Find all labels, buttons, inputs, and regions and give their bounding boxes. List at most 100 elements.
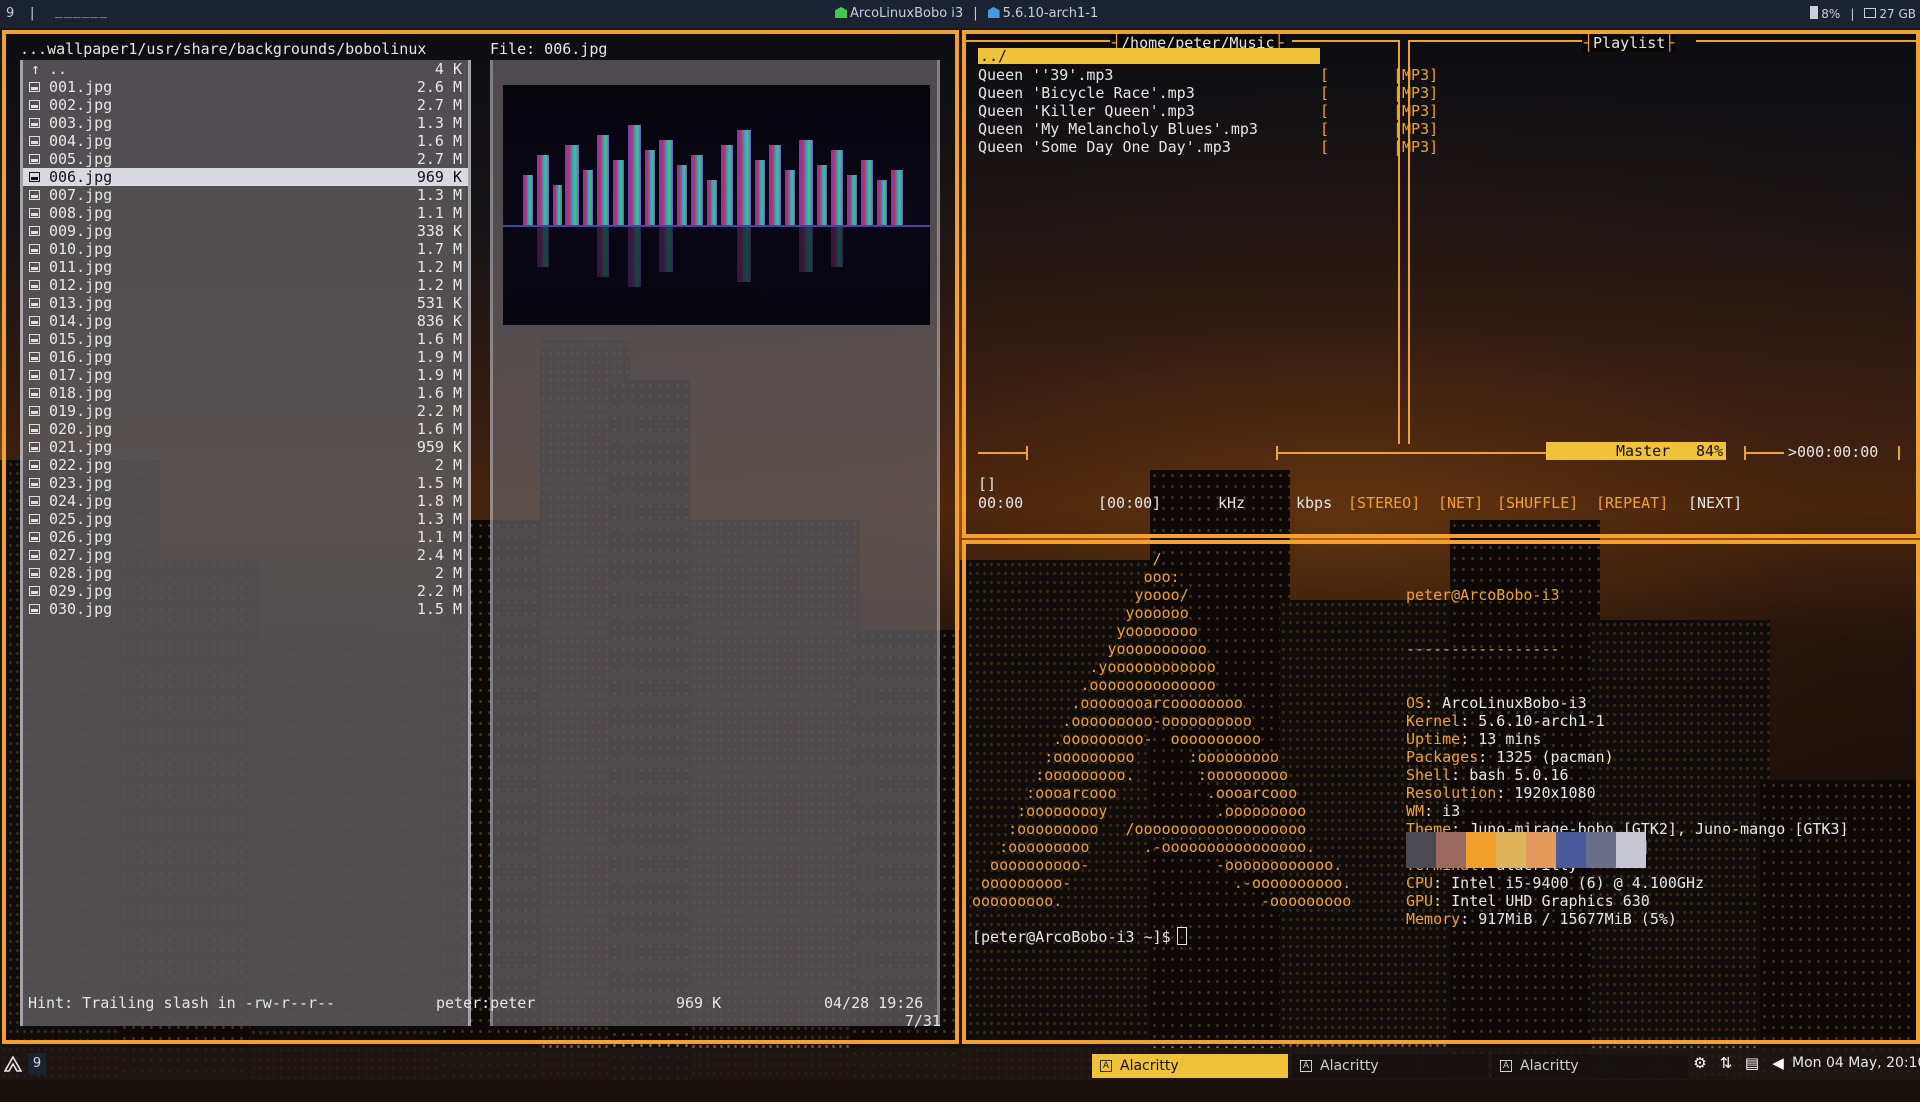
task-label: Alacritty [1120,1058,1179,1074]
logo-line: .ooooooooo-oooooooooo [972,712,1252,730]
track-row[interactable]: Queen 'My Melancholy Blues'.mp3 [|MP3] [978,120,1438,138]
track-row[interactable]: Queen 'Bicycle Race'.mp3 [|MP3] [978,84,1438,102]
file-row[interactable]: 003.jpg 1.3 M [23,114,468,132]
file-row[interactable]: 005.jpg 2.7 M [23,150,468,168]
file-row[interactable]: 026.jpg 1.1 M [23,528,468,546]
logo-line: oooooooooo- -oooooooooooo. [972,856,1343,874]
task-alacritty[interactable]: A Alacritty [1492,1054,1688,1078]
file-row[interactable]: 023.jpg 1.5 M [23,474,468,492]
image-file-icon [29,568,40,578]
image-file-icon [29,244,40,254]
playback-position: >000:00:00 [1788,443,1879,461]
info-value: i3 [1442,802,1461,820]
track-row[interactable]: Queen 'Some Day One Day'.mp3 [|MP3] [978,138,1438,156]
file-size: 1.9 M [416,366,462,384]
file-row[interactable]: 014.jpg 836 K [23,312,468,330]
file-row[interactable]: 004.jpg 1.6 M [23,132,468,150]
color-swatch [1496,832,1526,868]
file-list[interactable]: ↑.. 4 K 001.jpg 2.6 M 002.jpg 2.7 M 003.jpg 1.3… [23,60,468,1026]
status-line: 00:00 [00:00] kHz kbps [STEREO] [NET] [S… [978,494,1878,512]
file-size: 1.9 M [416,348,462,366]
volume-icon[interactable]: ◀ [1770,1055,1786,1071]
task-alacritty-active[interactable]: A Alacritty [1092,1054,1288,1078]
file-size: 1.5 M [416,474,462,492]
parent-dir-row[interactable]: ↑.. 4 K [23,60,468,78]
flag-stereo[interactable]: [STEREO] [1348,494,1420,512]
bar-tick [1026,446,1028,460]
file-row[interactable]: 020.jpg 1.6 M [23,420,468,438]
logo-line: ooooooooo- .-oooooooooo. [972,874,1352,892]
file-size: 1.7 M [416,240,462,258]
parent-directory-row[interactable]: ../ [978,48,1320,64]
file-row[interactable]: 024.jpg 1.8 M [23,492,468,510]
info-key: Shell [1406,766,1452,784]
cmus-music-player-window[interactable]: /home/peter/Music Playlist ../ Queen ''3… [962,30,1920,538]
file-row[interactable]: 011.jpg 1.2 M [23,258,468,276]
arcolinux-logo-icon[interactable] [4,1056,22,1072]
track-title: Queen 'Killer Queen'.mp3 [978,102,1195,120]
file-row[interactable]: 018.jpg 1.6 M [23,384,468,402]
progress-bar[interactable] [1276,452,1546,454]
file-row[interactable]: 002.jpg 2.7 M [23,96,468,114]
file-row[interactable]: 012.jpg 1.2 M [23,276,468,294]
file-size: 338 K [416,222,462,240]
color-swatch [1436,832,1466,868]
clock: Mon 04 May, 20:10 [1792,1055,1920,1071]
image-file-icon [29,298,40,308]
file-row[interactable]: 017.jpg 1.9 M [23,366,468,384]
file-row[interactable]: 010.jpg 1.7 M [23,240,468,258]
file-size: 836 K [416,312,462,330]
file-row[interactable]: 030.jpg 1.5 M [23,600,468,618]
track-row[interactable]: Queen ''39'.mp3 [|MP3] [978,66,1438,84]
network-arrows-icon[interactable]: ⇅ [1718,1055,1734,1071]
file-name: 017.jpg [49,366,113,384]
file-row[interactable]: 029.jpg 2.2 M [23,582,468,600]
file-size: 2.7 M [416,150,462,168]
volume-indicator[interactable]: Master 84% [1546,442,1726,460]
file-row[interactable]: 025.jpg 1.3 M [23,510,468,528]
notes-icon[interactable]: ▤ [1744,1055,1760,1071]
file-list-column[interactable]: ↑.. 4 K 001.jpg 2.6 M 002.jpg 2.7 M 003.jpg 1.3… [20,60,471,1026]
file-row[interactable]: 021.jpg 959 K [23,438,468,456]
file-row[interactable]: 028.jpg 2 M [23,564,468,582]
file-row[interactable]: 001.jpg 2.6 M [23,78,468,96]
track-row[interactable]: Queen 'Killer Queen'.mp3 [|MP3] [978,102,1438,120]
file-row[interactable]: 016.jpg 1.9 M [23,348,468,366]
shell-prompt[interactable]: [peter@ArcoBobo-i3 ~]$ [972,927,1187,946]
flag-net[interactable]: [NET] [1438,494,1483,512]
settings-gear-icon[interactable]: ⚙ [1692,1055,1708,1071]
flag-next[interactable]: [NEXT] [1688,494,1742,512]
info-field: WM: i3 [1406,802,1849,820]
file-row-selected[interactable]: 006.jpg 969 K [23,168,468,186]
workspace-indicator[interactable]: 9 [6,6,14,21]
file-size: 1.6 M [416,330,462,348]
task-alacritty[interactable]: A Alacritty [1292,1054,1488,1078]
file-row[interactable]: 015.jpg 1.6 M [23,330,468,348]
file-row[interactable]: 022.jpg 2 M [23,456,468,474]
flag-shuffle[interactable]: [SHUFFLE] [1497,494,1578,512]
status-line: Hint: Trailing slash in -rw-r--r-- peter… [28,994,928,1012]
file-row[interactable]: 007.jpg 1.3 M [23,186,468,204]
info-value: 5.6.10-arch1-1 [1478,712,1605,730]
file-row[interactable]: 009.jpg 338 K [23,222,468,240]
logo-line: :ooooooooo /ooooooooooooooooooo [972,820,1307,838]
file-row[interactable]: 027.jpg 2.4 M [23,546,468,564]
workspace-button[interactable]: 9 [28,1053,46,1075]
file-size: 959 K [416,438,462,456]
up-arrow-icon: ↑ [31,60,41,78]
file-row[interactable]: 019.jpg 2.2 M [23,402,468,420]
file-row[interactable]: 013.jpg 531 K [23,294,468,312]
info-divider: ----------------- [1406,640,1560,658]
color-swatch [1556,832,1586,868]
alacritty-terminal-window[interactable]: / ooo: yoooo/ yoooooo yoooooooo yooooooo… [962,540,1920,1044]
file-name: 014.jpg [49,312,113,330]
hint-text: Hint: Trailing slash in -rw-r--r-- [28,994,336,1012]
info-key: GPU [1406,892,1434,910]
file-name: 018.jpg [49,384,113,402]
flag-repeat[interactable]: [REPEAT] [1596,494,1668,512]
logo-line: ooo: [972,568,1180,586]
file-name: 013.jpg [49,294,113,312]
ranger-file-manager-window[interactable]: ...wallpaper1/usr/share/backgrounds/bobo… [2,30,959,1044]
file-row[interactable]: 008.jpg 1.1 M [23,204,468,222]
image-file-icon [29,406,40,416]
